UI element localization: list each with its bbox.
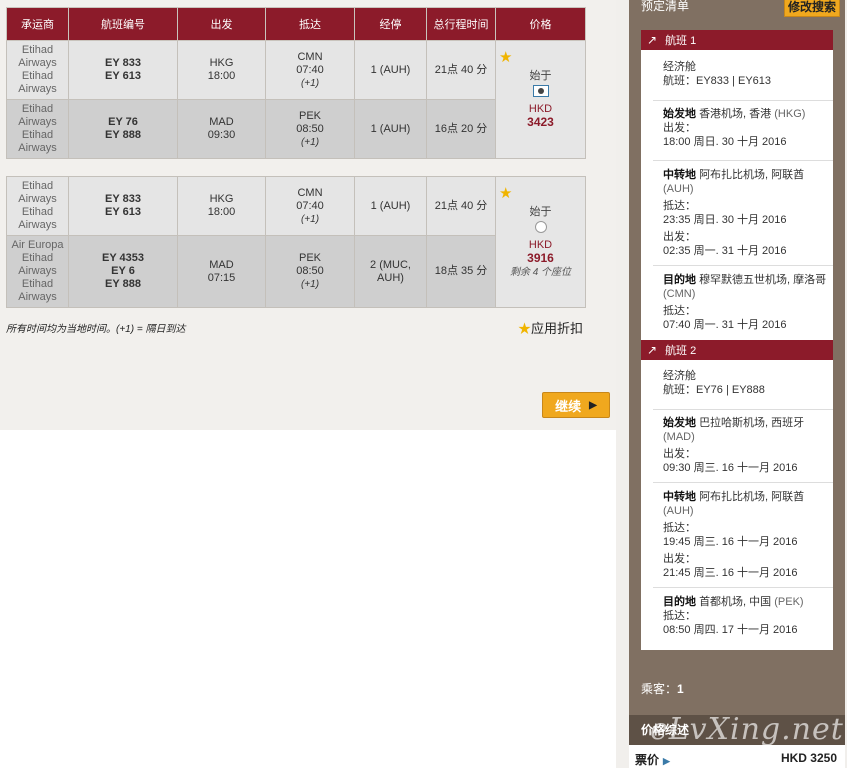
divider xyxy=(653,587,833,588)
flight-option-2: Etihad Airways Etihad Airways EY 833 EY 613 … xyxy=(6,176,586,308)
stops-cell: 1 (AUH) xyxy=(354,99,427,159)
sidebar-title: 预定清单 xyxy=(641,0,690,13)
flight-number-cell: EY 833 EY 613 xyxy=(68,40,178,100)
carrier-cell: Etihad Airways Etihad Airways xyxy=(6,176,69,236)
arrival-cell: PEK 08:50 (+1) xyxy=(265,99,355,159)
table-row[interactable]: Etihad Airways Etihad Airways EY 833 EY 613 … xyxy=(6,176,586,308)
price-summary-label: 价格综述 xyxy=(641,723,690,737)
price-summary-header: 价格综述 xyxy=(629,715,845,745)
star-icon: ★ xyxy=(499,49,513,66)
time-footnote: 所有时间均为当地时间。(+1) = 隔日到达 xyxy=(6,324,186,335)
arrow-northeast-icon: ↗ xyxy=(647,33,658,47)
continue-label: 继续 xyxy=(555,398,582,414)
segment-2-transit: 中转地 阿布扎比机场, 阿联酋 (AUH) 抵达： 19:45 周三. 16 十… xyxy=(663,491,805,579)
arrow-northeast-icon: ↗ xyxy=(647,343,658,357)
stops-cell: 1 (AUH) xyxy=(354,176,427,236)
duration-cell: 18点 35 分 xyxy=(426,235,496,308)
segment-1-transit: 中转地 阿布扎比机场, 阿联酋 (AUH) 抵达： 23:35 周日. 30 十… xyxy=(663,169,805,257)
flight-number-cell: EY 76 EY 888 xyxy=(68,99,178,159)
passengers-summary: 乘客：1 xyxy=(641,680,684,697)
segment-1-header[interactable]: ↗ 航班 1 xyxy=(641,30,833,50)
seats-remaining: 剩余 4 个座位 xyxy=(509,266,572,278)
duration-cell: 16点 20 分 xyxy=(426,99,496,159)
table-row[interactable]: Etihad Airways Etihad Airways EY 833 EY 613 … xyxy=(6,40,586,159)
price-amount: 3916 xyxy=(527,250,554,265)
segment-1-cabin: 经济舱 航班：EY833 | EY613 xyxy=(663,61,772,87)
divider xyxy=(653,100,833,101)
stops-cell: 2 (MUC, AUH) xyxy=(354,235,427,308)
modify-search-button[interactable]: 修改搜索 xyxy=(783,0,840,17)
carrier-cell: Etihad Airways Etihad Airways xyxy=(6,99,69,159)
fare-label: 票价 xyxy=(635,753,660,767)
flight-number-cell: EY 4353 EY 6 EY 888 xyxy=(68,235,178,308)
continue-button[interactable]: 继续 ▶ xyxy=(542,392,610,418)
price-currency: HKD xyxy=(528,238,553,251)
flight-number-cell: EY 833 EY 613 xyxy=(68,176,178,236)
passengers-label: 乘客： xyxy=(641,682,678,696)
col-flight-number: 航班编号 xyxy=(68,7,178,41)
play-arrow-icon: ▶ xyxy=(589,399,597,411)
divider xyxy=(653,160,833,161)
radio-selected-icon[interactable] xyxy=(532,84,549,97)
arrival-cell: CMN 07:40 (+1) xyxy=(265,176,355,236)
star-icon: ★ xyxy=(518,321,532,336)
price-currency: HKD xyxy=(528,102,553,115)
table-header-row: 承运商 航班编号 出发 抵达 经停 总行程时间 价格 xyxy=(6,7,586,41)
segment-2-cabin: 经济舱 航班：EY76 | EY888 xyxy=(663,370,765,396)
col-price: 价格 xyxy=(495,7,586,41)
passengers-count: 1 xyxy=(677,682,684,696)
col-departure: 出发 xyxy=(177,7,266,41)
price-cell[interactable]: ★ 始于 HKD 3423 xyxy=(495,40,586,159)
apply-discount-link[interactable]: ★应用折扣 xyxy=(518,318,583,337)
segment-2-origin: 始发地 巴拉哈斯机场, 西班牙 (MAD) 出发： 09:30 周三. 16 十… xyxy=(663,417,805,474)
divider xyxy=(653,409,833,410)
col-stops: 经停 xyxy=(354,7,427,41)
stops-cell: 1 (AUH) xyxy=(354,40,427,100)
itinerary-panel: ↗ 航班 1 经济舱 航班：EY833 | EY613 始发地 香港机场, 香港… xyxy=(641,30,833,650)
price-amount: 3423 xyxy=(527,114,554,129)
segment-2-header[interactable]: ↗ 航班 2 xyxy=(641,340,833,360)
col-arrival: 抵达 xyxy=(265,7,355,41)
radio-icon[interactable] xyxy=(534,220,547,233)
star-icon: ★ xyxy=(499,185,513,202)
price-from: 始于 xyxy=(529,69,552,82)
fare-value: HKD 3250 xyxy=(780,751,837,765)
arrival-cell: CMN 07:40 (+1) xyxy=(265,40,355,100)
departure-cell: MAD 09:30 xyxy=(177,99,266,159)
flight-option-1: 承运商 航班编号 出发 抵达 经停 总行程时间 价格 Etihad Airways… xyxy=(6,7,586,159)
departure-cell: HKG 18:00 xyxy=(177,176,266,236)
price-from: 始于 xyxy=(529,205,552,218)
segment-label: 航班 1 xyxy=(665,35,697,47)
segment-2-destination: 目的地 首都机场, 中国 (PEK) 抵达： 08:50 周四. 17 十一月 … xyxy=(663,596,804,636)
carrier-cell: Air Europa Etihad Airways Etihad Airways xyxy=(6,235,69,308)
price-cell[interactable]: ★ 始于 HKD 3916 剩余 4 个座位 xyxy=(495,176,586,308)
divider xyxy=(653,482,833,483)
segment-1-destination: 目的地 穆罕默德五世机场, 摩洛哥 (CMN) 抵达： 07:40 周一. 31… xyxy=(663,274,827,331)
fare-row[interactable]: 票价 ▶ HKD 3250 xyxy=(629,745,845,768)
departure-cell: HKG 18:00 xyxy=(177,40,266,100)
duration-cell: 21点 40 分 xyxy=(426,40,496,100)
divider xyxy=(653,265,833,266)
page-background xyxy=(0,430,616,768)
arrival-cell: PEK 08:50 (+1) xyxy=(265,235,355,308)
segment-label: 航班 2 xyxy=(665,345,697,357)
col-duration: 总行程时间 xyxy=(426,7,496,41)
play-arrow-icon: ▶ xyxy=(663,756,670,766)
duration-cell: 21点 40 分 xyxy=(426,176,496,236)
booking-sidebar: 预定清单 修改搜索 ↗ 航班 1 经济舱 航班：EY833 | EY613 始发… xyxy=(629,0,845,768)
carrier-cell: Etihad Airways Etihad Airways xyxy=(6,40,69,100)
sidebar-header: 预定清单 修改搜索 xyxy=(629,0,845,17)
col-carrier: 承运商 xyxy=(6,7,69,41)
segment-1-origin: 始发地 香港机场, 香港 (HKG) 出发： 18:00 周日. 30 十月 2… xyxy=(663,108,806,148)
apply-discount-label: 应用折扣 xyxy=(531,321,584,336)
departure-cell: MAD 07:15 xyxy=(177,235,266,308)
